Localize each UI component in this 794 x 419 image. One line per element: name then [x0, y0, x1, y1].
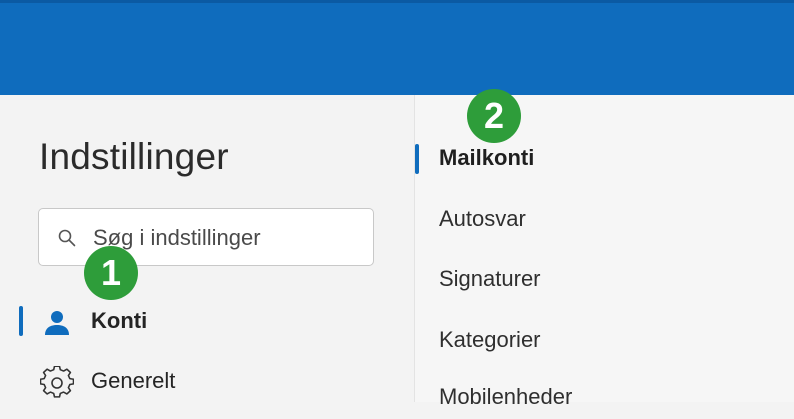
subnav-item-kategorier[interactable]: Kategorier: [415, 318, 794, 362]
person-icon: [45, 311, 69, 335]
search-icon: [58, 229, 76, 247]
subnav-item-label: Mailkonti: [439, 145, 535, 170]
sidebar-item-label: Generelt: [91, 368, 176, 393]
step-badge-2: 2: [467, 89, 521, 143]
app-header-bar: [0, 0, 794, 95]
subnav-item-label: Signaturer: [439, 266, 541, 291]
subnav-item-mailkonti[interactable]: Mailkonti: [415, 136, 794, 180]
active-indicator: [19, 306, 23, 336]
subnav-item-signaturer[interactable]: Signaturer: [415, 257, 794, 301]
active-indicator: [415, 144, 419, 174]
subnav-item-autosvar[interactable]: Autosvar: [415, 197, 794, 241]
gear-icon: [40, 366, 74, 398]
step-badge-1: 1: [84, 246, 138, 300]
subnav-item-mobilenheder[interactable]: Mobilenheder: [415, 375, 794, 419]
sidebar-item-konti[interactable]: Konti: [0, 298, 414, 346]
page-title: Indstillinger: [39, 136, 229, 177]
subnav-item-label: Mobilenheder: [439, 384, 573, 409]
sidebar-item-label: Konti: [91, 308, 148, 333]
subnav-item-label: Kategorier: [439, 327, 541, 352]
sidebar-item-generelt[interactable]: Generelt: [0, 358, 414, 406]
subnav-item-label: Autosvar: [439, 206, 526, 231]
